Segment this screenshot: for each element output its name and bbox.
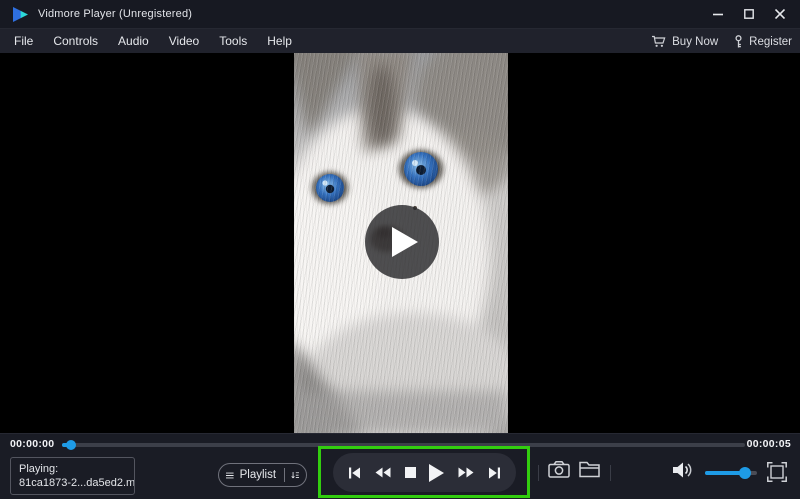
snapshot-button[interactable] — [548, 461, 570, 478]
window-title: Vidmore Player (Unregistered) — [38, 8, 192, 20]
minimize-button[interactable] — [708, 4, 728, 24]
menu-bar: File Controls Audio Video Tools Help Buy… — [0, 28, 800, 53]
menu-video[interactable]: Video — [159, 29, 209, 54]
rewind-button[interactable] — [375, 453, 391, 492]
open-file-button[interactable] — [579, 461, 600, 478]
play-overlay-button[interactable] — [365, 205, 439, 279]
menu-help[interactable]: Help — [257, 29, 302, 54]
title-bar: Vidmore Player (Unregistered) — [0, 0, 800, 28]
play-button[interactable] — [429, 453, 444, 492]
video-display-area[interactable] — [0, 53, 800, 433]
menu-file[interactable]: File — [0, 29, 43, 54]
fast-forward-button[interactable] — [458, 453, 474, 492]
buy-now-button[interactable]: Buy Now — [651, 35, 718, 48]
sort-order-icon — [291, 470, 299, 481]
next-button[interactable] — [488, 453, 501, 492]
menu-audio[interactable]: Audio — [108, 29, 159, 54]
volume-slider[interactable] — [705, 471, 757, 475]
register-label: Register — [749, 36, 792, 48]
divider — [538, 465, 539, 481]
mute-button[interactable] — [672, 461, 693, 479]
speaker-icon — [672, 461, 693, 479]
stop-button[interactable] — [405, 453, 416, 492]
maximize-button[interactable] — [739, 4, 759, 24]
transport-controls — [333, 453, 516, 492]
register-button[interactable]: Register — [734, 35, 792, 49]
vidmore-player-window: Vidmore Player (Unregistered) File Contr… — [0, 0, 800, 499]
now-playing-filename: 81ca1873-2...da5ed2.mp4 — [19, 476, 126, 490]
cat-left-eye — [312, 172, 348, 204]
app-logo-icon — [12, 6, 29, 23]
previous-button[interactable] — [348, 453, 361, 492]
video-frame-cat — [294, 53, 508, 433]
menu-controls[interactable]: Controls — [43, 29, 108, 54]
fullscreen-button[interactable] — [767, 462, 787, 482]
playlist-label: Playlist — [240, 469, 276, 481]
menu-tools[interactable]: Tools — [209, 29, 257, 54]
close-button[interactable] — [770, 4, 790, 24]
key-icon — [734, 35, 743, 49]
seek-thumb[interactable] — [66, 440, 76, 450]
play-circle-icon — [392, 227, 418, 257]
camera-icon — [548, 461, 570, 478]
playlist-button[interactable]: Playlist — [218, 463, 307, 487]
fullscreen-icon — [767, 462, 787, 482]
folder-icon — [579, 461, 600, 478]
buy-now-label: Buy Now — [672, 36, 718, 48]
current-time: 00:00:00 — [10, 438, 54, 450]
cart-icon — [651, 35, 666, 48]
cat-right-eye — [399, 150, 443, 188]
volume-thumb[interactable] — [739, 467, 751, 479]
divider — [610, 465, 611, 481]
total-time: 00:00:05 — [747, 438, 791, 450]
playlist-divider — [284, 468, 285, 482]
now-playing-label: Playing: — [19, 462, 126, 476]
control-panel: 00:00:00 00:00:05 Playing: 81ca1873-2...… — [0, 433, 800, 499]
list-icon — [226, 471, 234, 480]
now-playing-box: Playing: 81ca1873-2...da5ed2.mp4 — [10, 457, 135, 495]
